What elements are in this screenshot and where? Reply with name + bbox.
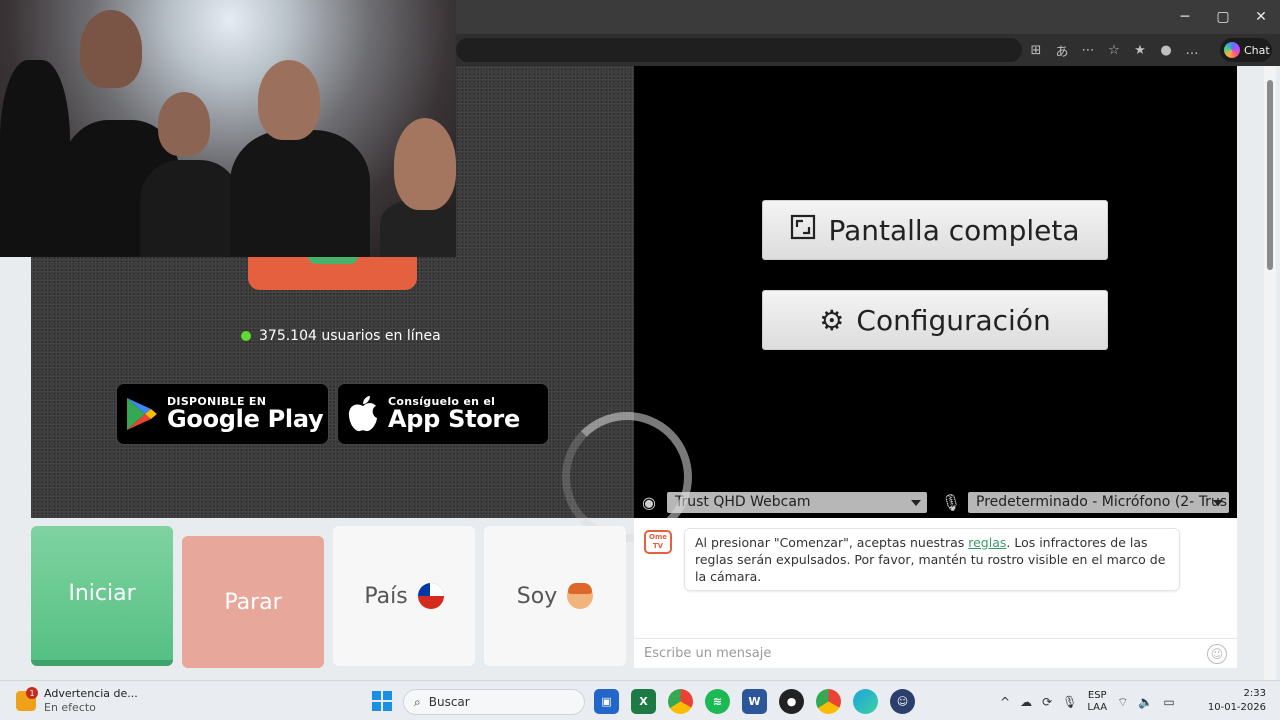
menu-dots-icon[interactable]: …	[1182, 40, 1202, 60]
profile-icon[interactable]: ●	[1156, 40, 1176, 60]
copilot-chat-button[interactable]: Chat	[1220, 38, 1272, 62]
language-indicator[interactable]: ESP LAA	[1087, 690, 1107, 714]
weather-warning-widget[interactable]: 1 Advertencia de... En efecto	[16, 687, 138, 715]
word-app-icon[interactable]: W	[742, 689, 767, 714]
device-selectors: ◉ Trust QHD Webcam 🎙 Predeterminado - Mi…	[634, 490, 1237, 514]
webcam-preview	[0, 0, 456, 257]
page-scrollbar[interactable]	[1264, 66, 1276, 680]
windows-start-icon[interactable]	[372, 691, 392, 711]
minimize-button[interactable]: ─	[1166, 0, 1204, 34]
wifi-icon[interactable]: ⌔	[1117, 695, 1128, 710]
system-message: Al presionar "Comenzar", aceptas nuestra…	[684, 528, 1180, 591]
maximize-button[interactable]: ▢	[1204, 0, 1242, 34]
excel-app-icon[interactable]: X	[631, 689, 656, 714]
favorite-star-icon[interactable]: ☆	[1104, 40, 1124, 60]
gender-button[interactable]: Soy	[484, 526, 626, 666]
system-tray: ^ ☁ ⟳ 🎙 ESP LAA ⌔ 🔈 ▭	[1000, 689, 1175, 715]
lang-bottom: LAA	[1087, 702, 1108, 713]
stop-button[interactable]: Parar	[182, 536, 324, 668]
start-label: Iniciar	[68, 580, 136, 606]
gear-icon: ⚙	[819, 303, 845, 337]
windows-taskbar: 1 Advertencia de... En efecto ⌕ Buscar ▣…	[0, 680, 1280, 720]
fullscreen-button[interactable]: Pantalla completa	[762, 200, 1108, 260]
settings-label: Configuración	[856, 303, 1051, 337]
country-label: País	[364, 583, 408, 609]
clock-time: 2:33	[1243, 688, 1266, 699]
toolbar-icons: ⊞ あ ⋯ ☆ ★ ● …	[1026, 38, 1202, 62]
copilot-label: Chat	[1244, 43, 1270, 57]
stop-label: Parar	[224, 589, 282, 615]
warning-icon: 1	[16, 687, 38, 711]
fullscreen-icon	[790, 214, 816, 247]
warning-badge: 1	[26, 687, 38, 699]
boy-face-icon	[567, 583, 594, 609]
battery-icon[interactable]: ▭	[1163, 695, 1174, 709]
scrollbar-thumb[interactable]	[1267, 80, 1273, 270]
online-count: 375.104 usuarios en línea	[259, 328, 441, 344]
more-circle-icon[interactable]: ⋯	[1078, 40, 1098, 60]
search-icon: ⌕	[414, 694, 421, 709]
spotify-app-icon[interactable]: ≋	[705, 689, 730, 714]
microphone-select-value: Predeterminado - Micrófono (2- Trus	[976, 494, 1228, 510]
apps-icon[interactable]: ⊞	[1026, 40, 1046, 60]
chevron-down-icon	[911, 500, 921, 506]
microphone-tray-icon[interactable]: 🎙	[1062, 695, 1077, 709]
chrome-profile-app-icon[interactable]	[816, 689, 841, 714]
emoji-icon[interactable]: ☺	[1207, 644, 1227, 664]
favorites-list-icon[interactable]: ★	[1130, 40, 1150, 60]
online-users: 375.104 usuarios en línea	[241, 328, 441, 344]
google-play-icon	[117, 396, 167, 432]
message-text-before: Al presionar "Comenzar", aceptas nuestra…	[695, 535, 969, 550]
lang-top: ESP	[1087, 690, 1107, 701]
chat-panel: Ome TV Al presionar "Comenzar", aceptas …	[634, 518, 1237, 668]
close-button[interactable]: ✕	[1242, 0, 1280, 34]
address-bar[interactable]	[456, 38, 1022, 62]
microphone-icon: 🎙	[940, 492, 962, 512]
warning-subtitle: En efecto	[44, 701, 96, 714]
gender-label: Soy	[516, 583, 558, 609]
translate-icon[interactable]: あ	[1052, 40, 1072, 60]
copilot-icon	[1224, 42, 1240, 58]
store-app-icon[interactable]: ▣	[594, 689, 619, 714]
online-dot-icon	[241, 331, 251, 341]
cloud-icon[interactable]: ☁	[1020, 695, 1032, 709]
chevron-up-icon[interactable]: ^	[1000, 695, 1010, 709]
taskbar-search[interactable]: ⌕ Buscar	[403, 689, 585, 715]
microphone-select[interactable]: Predeterminado - Micrófono (2- Trus	[968, 492, 1229, 513]
country-button[interactable]: País	[333, 526, 475, 666]
own-video-area: Pantalla completa ⚙ Configuración ◉ Trus…	[634, 66, 1237, 518]
settings-button[interactable]: ⚙ Configuración	[762, 290, 1108, 350]
camera-select-value: Trust QHD Webcam	[675, 494, 811, 510]
clock[interactable]: 2:33 10-01-2026	[1208, 687, 1266, 715]
volume-icon[interactable]: 🔈	[1138, 695, 1153, 709]
clock-date: 10-01-2026	[1207, 702, 1266, 713]
start-button[interactable]: Iniciar	[31, 526, 173, 666]
edge-app-icon[interactable]	[853, 689, 878, 714]
message-input[interactable]: Escribe un mensaje	[634, 638, 1237, 668]
app-store-big-text: App Store	[388, 405, 520, 434]
google-play-big-text: Google Play	[167, 405, 324, 434]
discord-app-icon[interactable]: ☺	[890, 689, 915, 714]
apple-icon	[338, 394, 388, 434]
taskbar-apps: ▣ X ≋ W ● ☺	[594, 689, 915, 715]
camera-select[interactable]: Trust QHD Webcam	[667, 492, 927, 513]
sync-icon[interactable]: ⟳	[1042, 695, 1052, 709]
warning-title: Advertencia de...	[44, 687, 138, 700]
window-controls: ─ ▢ ✕	[1166, 0, 1280, 34]
search-label: Buscar	[428, 695, 470, 709]
ometv-chat-icon: Ome TV	[644, 530, 672, 554]
google-play-button[interactable]: DISPONIBLE EN Google Play	[116, 383, 329, 445]
media-app-icon[interactable]: ●	[779, 689, 804, 714]
app-store-button[interactable]: Consíguelo en el App Store	[337, 383, 549, 445]
rules-link[interactable]: reglas	[968, 535, 1006, 550]
fullscreen-label: Pantalla completa	[828, 213, 1080, 247]
chevron-down-icon	[1213, 500, 1223, 506]
chrome-app-icon[interactable]	[668, 689, 693, 714]
chile-flag-icon	[417, 583, 444, 609]
ometv-logo	[248, 252, 417, 290]
